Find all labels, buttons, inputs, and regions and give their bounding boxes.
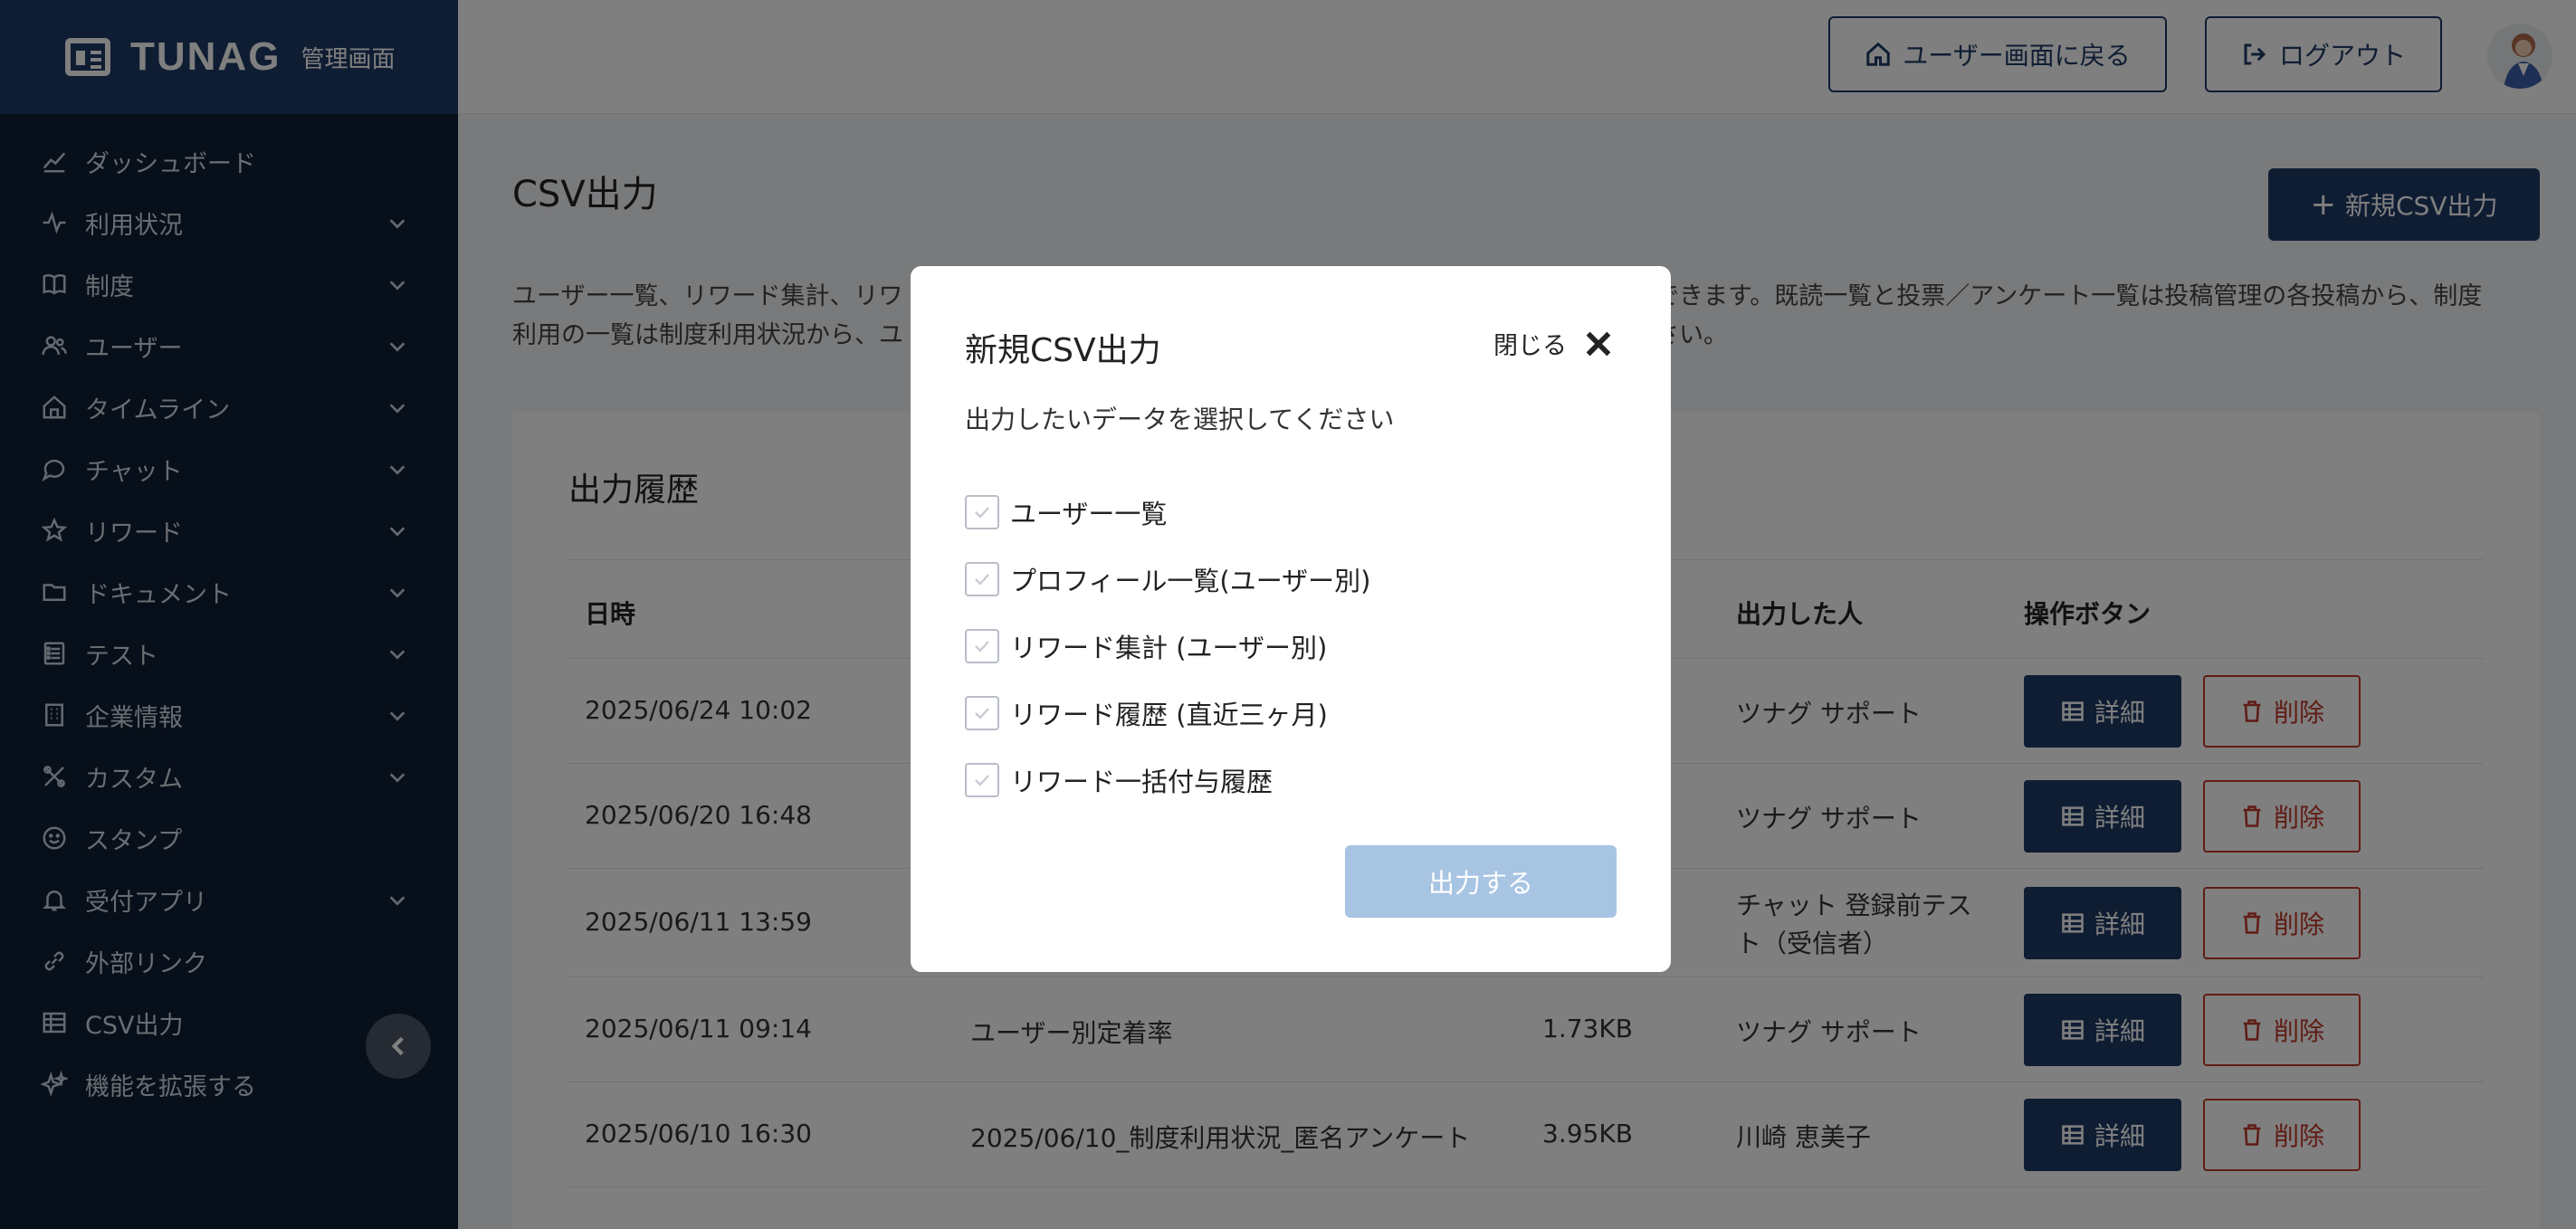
- export-option-label: プロフィール一覧(ユーザー別): [1010, 566, 1371, 596]
- check-icon: [975, 708, 989, 719]
- export-option-label: リワード履歴 (直近三ヶ月): [1010, 700, 1328, 730]
- export-option-1[interactable]: プロフィール一覧(ユーザー別): [965, 561, 1370, 597]
- check-icon: [975, 574, 989, 586]
- check-icon: [975, 641, 989, 653]
- modal-instruction: 出力したいデータを選択してください: [965, 405, 1395, 434]
- export-option-label: リワード一括付与履歴: [1010, 767, 1274, 797]
- export-option-label: リワード集計 (ユーザー別): [1010, 633, 1328, 663]
- checkbox[interactable]: [965, 629, 999, 663]
- check-icon: [975, 775, 989, 786]
- modal-close-button[interactable]: 閉じる: [1493, 326, 1614, 361]
- checkbox[interactable]: [965, 763, 999, 797]
- export-option-0[interactable]: ユーザー一覧: [965, 494, 1167, 530]
- modal-title: 新規CSV出力: [965, 332, 1161, 369]
- new-csv-modal: 新規CSV出力 閉じる 出力したいデータを選択してください ユーザー一覧プロフィ…: [911, 266, 1671, 972]
- export-option-label: ユーザー一覧: [1010, 499, 1168, 529]
- checkbox[interactable]: [965, 562, 999, 596]
- checkbox[interactable]: [965, 495, 999, 529]
- checkbox[interactable]: [965, 696, 999, 730]
- export-option-2[interactable]: リワード集計 (ユーザー別): [965, 628, 1327, 664]
- check-icon: [975, 507, 989, 519]
- export-option-4[interactable]: リワード一括付与履歴: [965, 762, 1273, 798]
- export-option-3[interactable]: リワード履歴 (直近三ヶ月): [965, 695, 1328, 731]
- close-icon: [1586, 331, 1611, 356]
- modal-close-label: 閉じる: [1493, 332, 1567, 360]
- export-submit-button[interactable]: 出力する: [1345, 845, 1617, 918]
